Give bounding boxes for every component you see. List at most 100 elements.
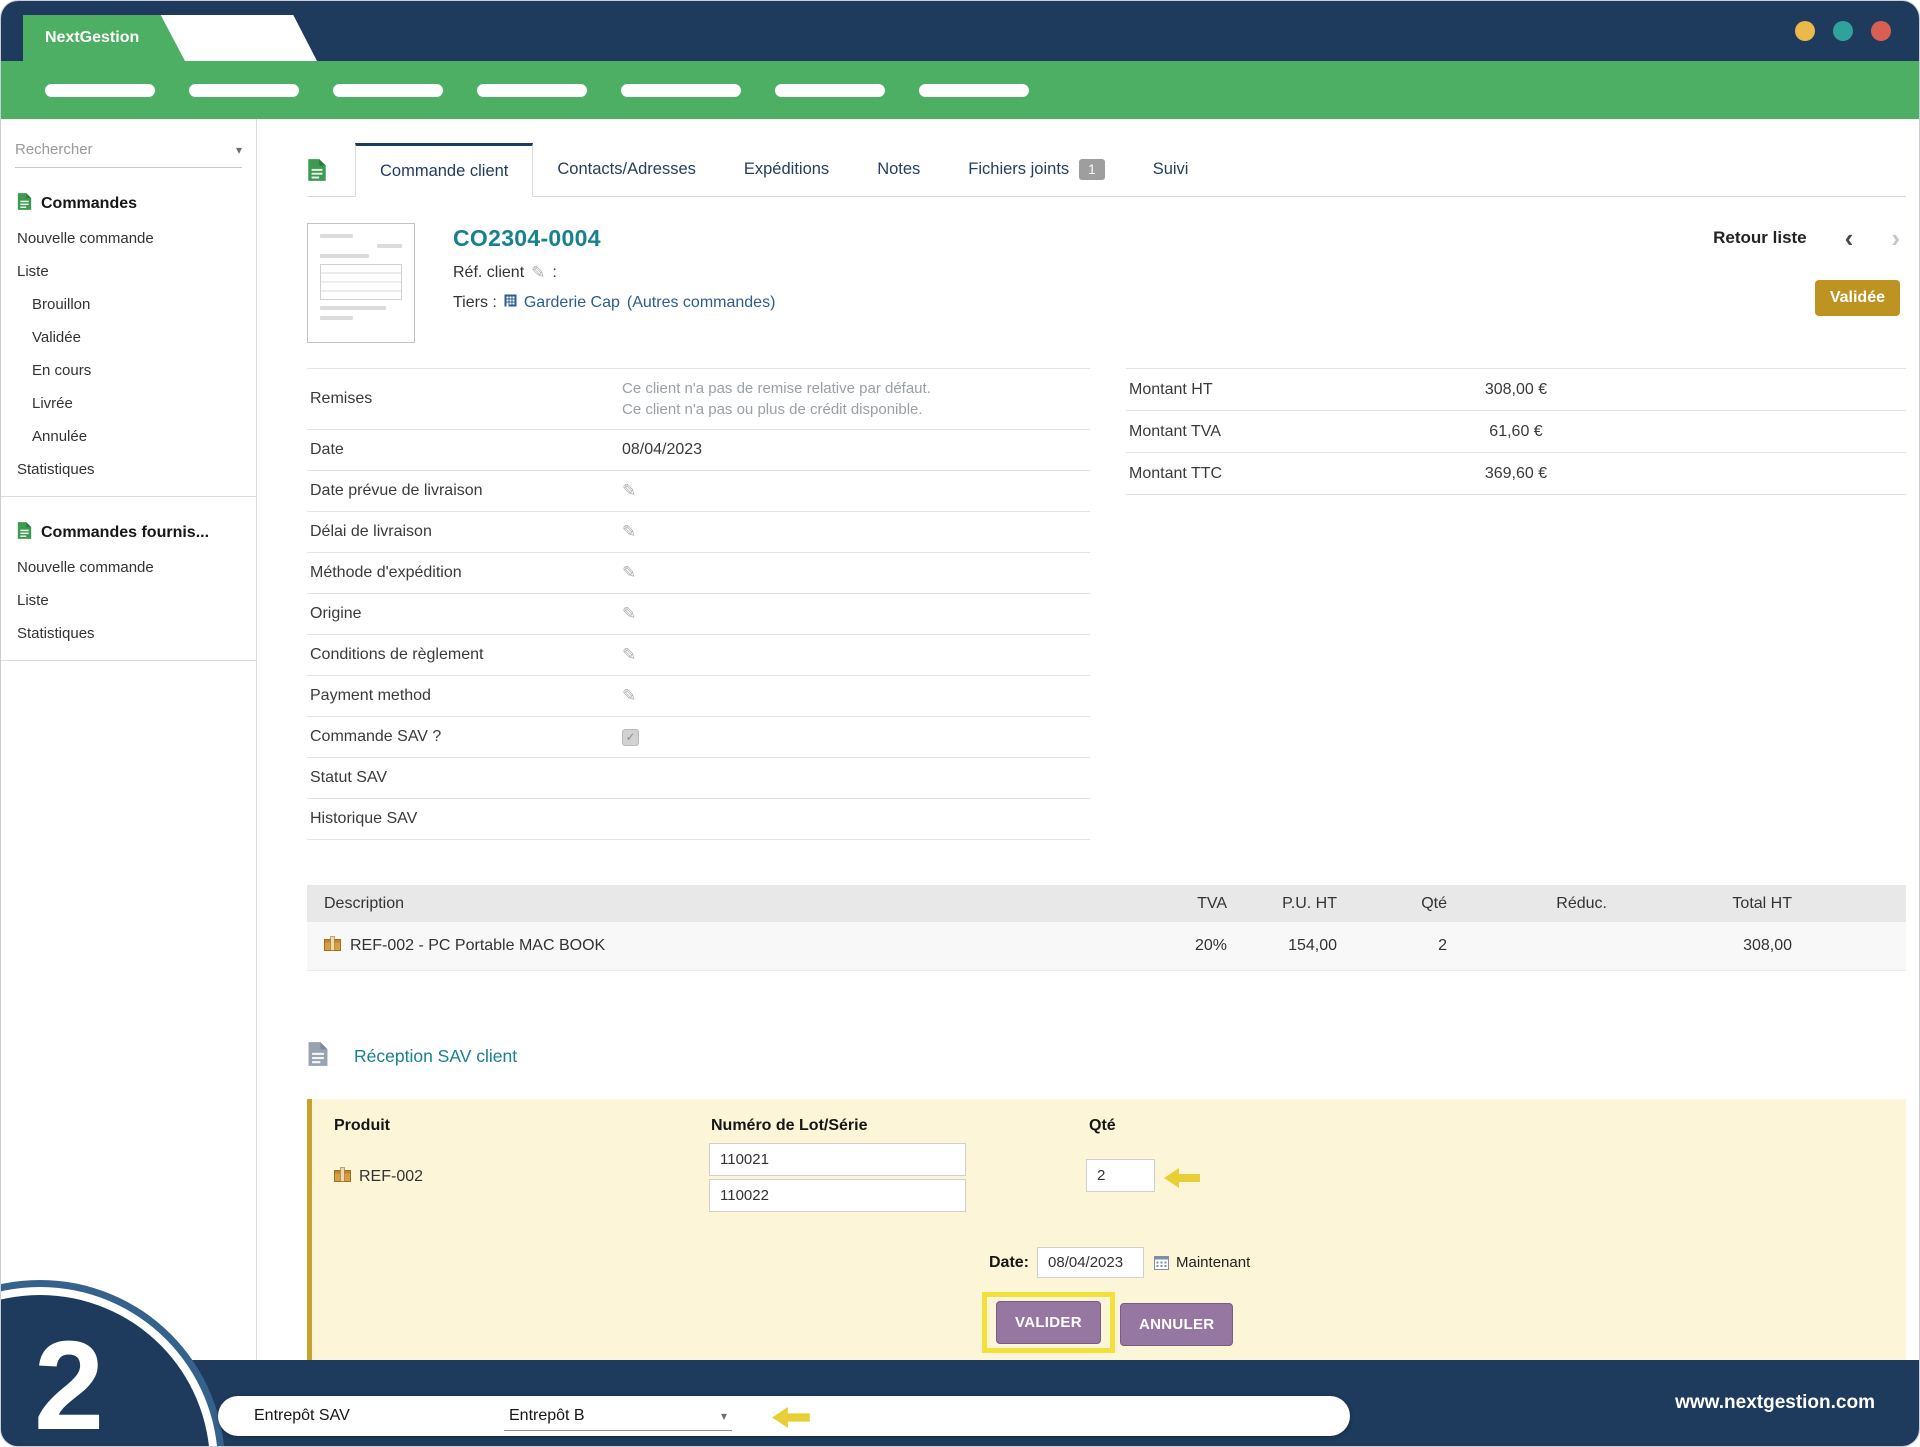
document-icon [17,521,32,545]
detail-label: Statut SAV [307,769,622,787]
chevron-down-icon[interactable]: ▾ [236,143,242,157]
tiers-line: Tiers : Garderie Cap (Autres commandes) [453,294,775,312]
minimize-button[interactable] [1795,21,1815,41]
sidebar-item-statistiques-fournisseur[interactable]: Statistiques [1,617,256,650]
status-badge: Validée [1815,280,1900,316]
detail-value: 08/04/2023 [622,441,1090,459]
client-link[interactable]: Garderie Cap [524,294,620,312]
edit-pencil-icon[interactable]: ✎ [622,522,636,541]
sidebar-item-annulee[interactable]: Annulée [1,420,256,453]
date-label: Date: [989,1254,1029,1272]
detail-label: Commande SAV ? [307,728,622,746]
lot-serial-input-2[interactable] [709,1179,966,1212]
detail-row-origine: Origine ✎ [307,594,1090,635]
detail-label: Remises [307,390,622,408]
chevron-right-icon[interactable]: › [1891,225,1900,251]
sidebar-item-brouillon[interactable]: Brouillon [1,288,256,321]
ref-client-label: Réf. client [453,264,524,282]
lot-serial-input-1[interactable] [709,1143,966,1176]
website-url: www.nextgestion.com [1675,1360,1875,1446]
line-pu-ht: 154,00 [1227,937,1337,955]
nav-item-placeholder[interactable] [621,84,741,97]
browser-tab-placeholder[interactable] [159,15,317,61]
order-tab-bar: Commande client Contacts/Adresses Expédi… [307,143,1906,197]
quantity-input[interactable] [1086,1159,1155,1192]
calendar-icon[interactable] [1154,1255,1169,1270]
nav-item-placeholder[interactable] [189,84,299,97]
thumb-line [320,254,369,258]
date-input[interactable] [1037,1247,1144,1278]
detail-label: Historique SAV [307,810,622,828]
main-content: Commande client Contacts/Adresses Expédi… [257,119,1919,1360]
sidebar-item-validee[interactable]: Validée [1,321,256,354]
sidebar-search[interactable]: ▾ [15,141,242,168]
sidebar-item-livree[interactable]: Livrée [1,387,256,420]
document-thumbnail[interactable] [307,223,415,343]
edit-pencil-icon[interactable]: ✎ [622,563,636,582]
tab-contacts-adresses[interactable]: Contacts/Adresses [533,143,719,196]
edit-pencil-icon[interactable]: ✎ [531,263,545,283]
detail-row-payment-method: Payment method ✎ [307,676,1090,717]
total-row-ttc: Montant TTC 369,60 € [1126,453,1906,495]
detail-label: Délai de livraison [307,523,622,541]
sav-reception-panel: Produit Numéro de Lot/Série Qté REF-002 … [307,1099,1906,1367]
sidebar-item-liste-fournisseur[interactable]: Liste [1,584,256,617]
now-link[interactable]: Maintenant [1176,1254,1250,1271]
thumb-line [377,244,402,248]
search-input[interactable] [15,141,236,158]
sav-section-title[interactable]: Réception SAV client [354,1046,517,1067]
sav-checkbox[interactable]: ✓ [622,729,639,746]
package-icon [334,1167,351,1187]
tab-expeditions[interactable]: Expéditions [720,143,853,196]
detail-row-remises: Remises Ce client n'a pas de remise rela… [307,369,1090,430]
detail-label: Payment method [307,687,622,705]
close-button[interactable] [1871,21,1891,41]
document-icon [307,1041,329,1072]
back-to-list-link[interactable]: Retour liste [1713,228,1807,248]
brand-logo-text: NextGestion [45,29,139,47]
ref-client-line: Réf. client ✎ : [453,263,775,283]
step-number: 2 [34,1317,104,1447]
sidebar-item-nouvelle-commande[interactable]: Nouvelle commande [1,222,256,255]
tab-commande-client[interactable]: Commande client [355,143,533,197]
annuler-button[interactable]: ANNULER [1120,1303,1233,1346]
main-nav-bar [1,61,1919,119]
document-icon [17,192,32,216]
brand-tab[interactable]: NextGestion [23,15,185,61]
detail-label: Méthode d'expédition [307,564,622,582]
sidebar-section-commandes-fournisseurs: Commandes fournis... [1,515,256,551]
sidebar-item-en-cours[interactable]: En cours [1,354,256,387]
edit-pencil-icon[interactable]: ✎ [622,481,636,500]
app-window: NextGestion ▾ Commandes [0,0,1920,1447]
tab-suivi[interactable]: Suivi [1129,143,1213,196]
line-total-ht: 308,00 [1607,937,1792,955]
total-value: 308,00 € [1126,381,1906,399]
nav-item-placeholder[interactable] [45,84,155,97]
edit-pencil-icon[interactable]: ✎ [622,645,636,664]
valider-button[interactable]: VALIDER [996,1301,1101,1344]
chevron-left-icon[interactable]: ‹ [1845,225,1854,251]
total-row-ht: Montant HT 308,00 € [1126,369,1906,411]
edit-pencil-icon[interactable]: ✎ [622,686,636,705]
tab-notes[interactable]: Notes [853,143,944,196]
table-row[interactable]: REF-002 - PC Portable MAC BOOK 20% 154,0… [307,922,1906,971]
sidebar-item-liste[interactable]: Liste [1,255,256,288]
sidebar-item-statistiques[interactable]: Statistiques [1,453,256,486]
other-orders-link[interactable]: (Autres commandes) [627,294,776,312]
edit-pencil-icon[interactable]: ✎ [622,604,636,623]
nav-item-placeholder[interactable] [477,84,587,97]
maximize-button[interactable] [1833,21,1853,41]
remises-notes: Ce client n'a pas de remise relative par… [622,378,1090,420]
tab-fichiers-joints[interactable]: Fichiers joints 1 [944,143,1128,196]
sav-date-row: Date: Maintenant [989,1247,1250,1278]
detail-row-date: Date 08/04/2023 [307,430,1090,471]
nav-item-placeholder[interactable] [333,84,443,97]
package-icon [324,936,341,956]
nav-item-placeholder[interactable] [919,84,1029,97]
nav-item-placeholder[interactable] [775,84,885,97]
sidebar-item-nouvelle-commande-fournisseur[interactable]: Nouvelle commande [1,551,256,584]
entrepot-select[interactable]: Entrepôt B ▾ [504,1402,732,1431]
attachments-count-badge: 1 [1079,159,1105,181]
entrepot-sav-label: Entrepôt SAV [254,1396,350,1436]
detail-row-historique-sav: Historique SAV [307,799,1090,840]
